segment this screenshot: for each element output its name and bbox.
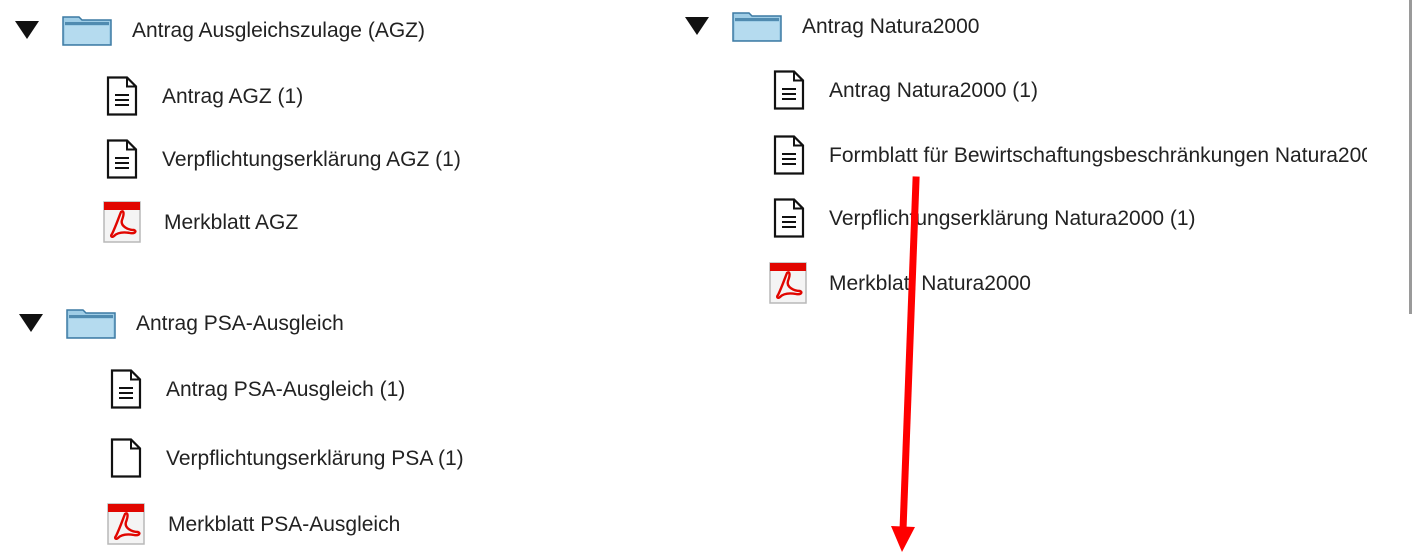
folder-icon [66, 307, 116, 339]
tree-item-formblatt[interactable]: Formblatt für Bewirtschaftungsbeschränku… [829, 133, 1367, 177]
document-icon [110, 369, 142, 409]
folder-label[interactable]: Antrag Natura2000 [802, 16, 979, 37]
tree-item-merkblatt-psa[interactable]: Merkblatt PSA-Ausgleich [106, 502, 400, 546]
tree-folder-agz[interactable]: Antrag Ausgleichszulage (AGZ) [14, 8, 425, 52]
tree-item-antrag-psa[interactable]: Antrag PSA-Ausgleich (1) [110, 367, 405, 411]
pdf-icon [102, 200, 142, 244]
tree-item-label[interactable]: Merkblatt Natura2000 [829, 273, 1031, 294]
document-icon [773, 135, 805, 175]
formblatt-label-clip: Formblatt für Bewirtschaftungsbeschränku… [829, 120, 1367, 190]
scrollbar[interactable] [1409, 0, 1412, 314]
tree-item-label[interactable]: Verpflichtungserklärung AGZ (1) [162, 149, 461, 170]
tree-item-label[interactable]: Verpflichtungserklärung Natura2000 (1) [829, 208, 1196, 229]
tree-item-label[interactable]: Formblatt für Bewirtschaftungsbeschränku… [829, 145, 1367, 166]
folder-label[interactable]: Antrag Ausgleichszulage (AGZ) [132, 20, 425, 41]
tree-folder-psa[interactable]: Antrag PSA-Ausgleich [18, 301, 344, 345]
tree-item-verpflichtung-natura2000[interactable]: Verpflichtungserklärung Natura2000 (1) [773, 196, 1196, 240]
folder-icon [732, 10, 782, 42]
tree-item-formblatt-icon-row[interactable] [773, 133, 829, 177]
blank-document-icon [110, 438, 142, 478]
tree-item-merkblatt-agz[interactable]: Merkblatt AGZ [102, 200, 298, 244]
tree-item-verpflichtung-psa[interactable]: Verpflichtungserklärung PSA (1) [110, 436, 464, 480]
folder-icon [62, 14, 112, 46]
pdf-icon [106, 502, 146, 546]
tree-item-verpflichtung-agz[interactable]: Verpflichtungserklärung AGZ (1) [106, 137, 461, 181]
tree-item-label[interactable]: Verpflichtungserklärung PSA (1) [166, 448, 464, 469]
tree-item-antrag-natura2000[interactable]: Antrag Natura2000 (1) [773, 68, 1038, 112]
expand-triangle-icon[interactable] [18, 312, 44, 334]
document-icon [773, 198, 805, 238]
tree-item-antrag-agz[interactable]: Antrag AGZ (1) [106, 74, 303, 118]
tree-item-label[interactable]: Antrag PSA-Ausgleich (1) [166, 379, 405, 400]
document-icon [106, 76, 138, 116]
expand-triangle-icon[interactable] [684, 15, 710, 37]
tree-folder-natura2000[interactable]: Antrag Natura2000 [684, 4, 979, 48]
pdf-icon [768, 261, 808, 305]
expand-triangle-icon[interactable] [14, 19, 40, 41]
tree-item-merkblatt-natura2000[interactable]: Merkblatt Natura2000 [768, 261, 1031, 305]
document-icon [106, 139, 138, 179]
tree-item-label[interactable]: Antrag Natura2000 (1) [829, 80, 1038, 101]
tree-item-label[interactable]: Merkblatt AGZ [164, 212, 298, 233]
document-icon [773, 70, 805, 110]
tree-item-label[interactable]: Merkblatt PSA-Ausgleich [168, 514, 400, 535]
folder-label[interactable]: Antrag PSA-Ausgleich [136, 313, 344, 334]
tree-item-label[interactable]: Antrag AGZ (1) [162, 86, 303, 107]
